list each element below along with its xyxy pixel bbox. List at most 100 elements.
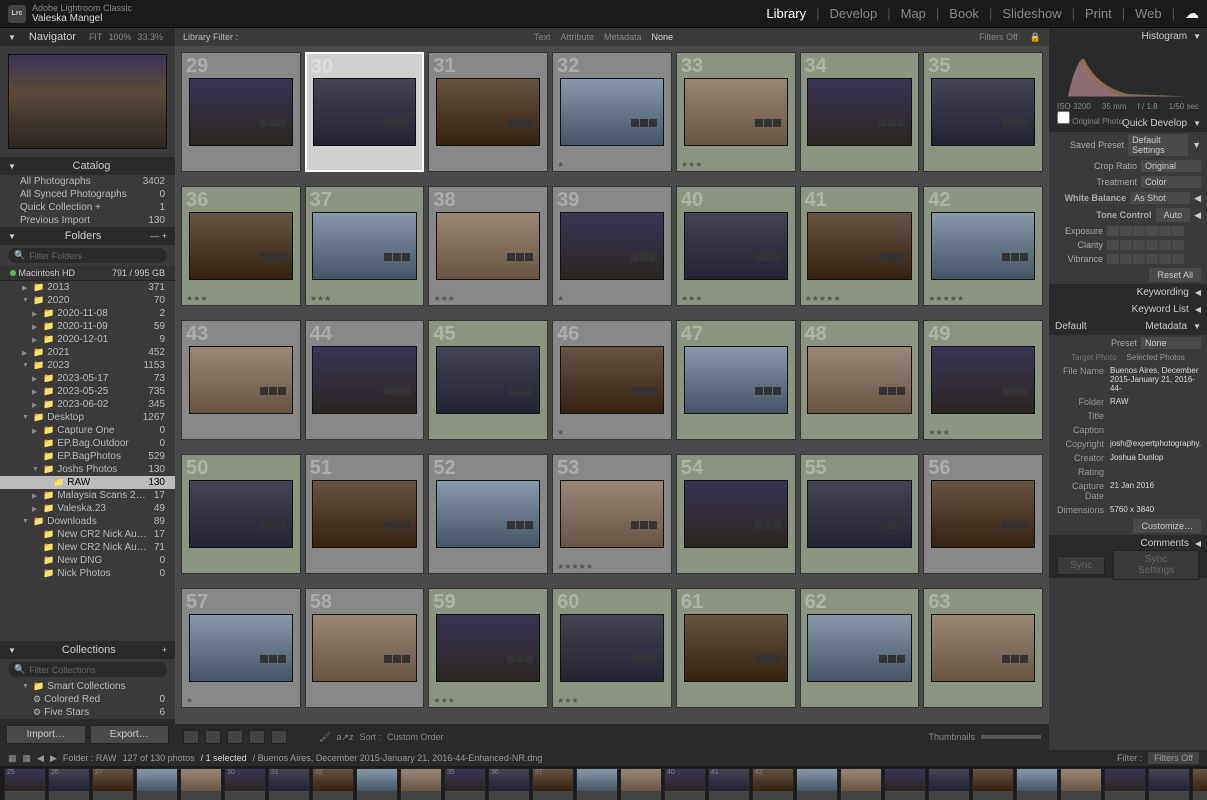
folder-item[interactable]: ▼📁Downloads89	[0, 515, 175, 528]
folder-item[interactable]: ▶📁2020-12-019	[0, 333, 175, 346]
grid-cell[interactable]: 56	[923, 454, 1043, 574]
filmstrip-cell[interactable]: 42	[752, 768, 794, 800]
grid-cell[interactable]: 39★	[552, 186, 672, 306]
back-icon[interactable]: ◀	[37, 753, 44, 764]
histogram-chart[interactable]: ISO 320035 mmf / 1.81/50 sec Original Ph…	[1049, 45, 1207, 115]
folder-item[interactable]: 📁New DNG0	[0, 554, 175, 567]
volume-row[interactable]: Macintosh HD 791 / 995 GB	[0, 266, 175, 281]
module-tab-print[interactable]: Print	[1085, 6, 1112, 21]
module-tab-develop[interactable]: Develop	[830, 6, 878, 21]
grid-cell[interactable]: 47	[676, 320, 796, 440]
grid-cell[interactable]: 33★★★	[676, 52, 796, 172]
folder-item[interactable]: ▶📁2023-05-1773	[0, 372, 175, 385]
filter-attribute[interactable]: Attribute	[560, 32, 594, 42]
filmstrip-cell[interactable]: 25	[4, 768, 46, 800]
panel-header-keywording[interactable]: Keywording◀	[1049, 284, 1207, 301]
collection-item[interactable]: ▼📁Smart Collections	[0, 680, 175, 693]
filmstrip-cell[interactable]: 36	[488, 768, 530, 800]
filmstrip-cell[interactable]	[1060, 768, 1102, 800]
folder-item[interactable]: ▶📁2020-11-0959	[0, 320, 175, 333]
folder-item[interactable]: 📁EP.BagPhotos529	[0, 450, 175, 463]
survey-view-button[interactable]	[249, 730, 265, 744]
crop-ratio-select[interactable]: Original	[1141, 160, 1201, 172]
collection-item[interactable]: ⚙Colored Red0	[0, 693, 175, 706]
filmstrip-cell[interactable]: 29	[180, 768, 222, 800]
collection-item[interactable]: ⚙Five Stars6	[0, 706, 175, 719]
filmstrip-cell[interactable]: 40	[664, 768, 706, 800]
secondary-display-icon[interactable]: ▦	[23, 753, 32, 764]
grid-cell[interactable]: 40★★★	[676, 186, 796, 306]
metadata-header[interactable]: Default Metadata▼	[1049, 318, 1207, 335]
grid-cell[interactable]: 32★	[552, 52, 672, 172]
cloud-sync-icon[interactable]: ☁	[1185, 5, 1199, 22]
folder-item[interactable]: ▶📁2023-05-25735	[0, 385, 175, 398]
qd-slider-clarity[interactable]: Clarity	[1049, 238, 1207, 252]
folder-item[interactable]: ▶📁2020-11-082	[0, 307, 175, 320]
qd-slider-exposure[interactable]: Exposure	[1049, 224, 1207, 238]
grid-cell[interactable]: 58	[305, 588, 425, 708]
zoom-100%[interactable]: 100%	[108, 32, 131, 42]
wb-select[interactable]: As Shot	[1130, 192, 1190, 204]
sort-value[interactable]: Custom Order	[387, 732, 444, 742]
filmstrip-cell[interactable]: 37	[532, 768, 574, 800]
filmstrip-cell[interactable]: 34	[400, 768, 442, 800]
folder-item[interactable]: ▶📁2013371	[0, 281, 175, 294]
folder-item[interactable]: ▶📁Valeska.2349	[0, 502, 175, 515]
folder-item[interactable]: ▶📁Capture One0	[0, 424, 175, 437]
module-tab-book[interactable]: Book	[949, 6, 979, 21]
filmstrip-cell[interactable]: 38	[576, 768, 618, 800]
folder-item[interactable]: 📁Nick Photos0	[0, 567, 175, 580]
filmstrip-cell[interactable]: 32	[312, 768, 354, 800]
module-tab-web[interactable]: Web	[1135, 6, 1162, 21]
filmstrip-cell[interactable]: 27	[92, 768, 134, 800]
people-view-button[interactable]	[271, 730, 287, 744]
thumbnail-slider[interactable]	[981, 735, 1041, 739]
folder-item[interactable]: ▼📁202070	[0, 294, 175, 307]
auto-tone-button[interactable]: Auto	[1156, 208, 1191, 222]
grid-cell[interactable]: 59★★★	[428, 588, 548, 708]
catalog-item[interactable]: All Synced Photographs0	[0, 188, 175, 201]
grid-cell[interactable]: 46★	[552, 320, 672, 440]
target-photo-toggle[interactable]: Target Photo	[1071, 353, 1116, 362]
grid-cell[interactable]: 53★★★★★	[552, 454, 672, 574]
catalog-item[interactable]: Previous Import130	[0, 214, 175, 227]
folder-item[interactable]: ▼📁Desktop1267	[0, 411, 175, 424]
grid-cell[interactable]: 48	[800, 320, 920, 440]
sort-dir-icon[interactable]: a↗z	[336, 732, 353, 743]
grid-cell[interactable]: 43	[181, 320, 301, 440]
metadata-default-select[interactable]: Default	[1055, 321, 1139, 332]
filmstrip-cell[interactable]: 30	[224, 768, 266, 800]
folder-item[interactable]: ▶📁2023-06-02345	[0, 398, 175, 411]
view-mode-icon[interactable]: ▦	[8, 753, 17, 764]
folder-item[interactable]: ▼📁20231153	[0, 359, 175, 372]
folder-item[interactable]: 📁New CR2 Nick August Extra71	[0, 541, 175, 554]
lock-icon[interactable]: 🔒	[1030, 32, 1041, 43]
filter-metadata[interactable]: Metadata	[604, 32, 642, 42]
grid-cell[interactable]: 41★★★★★	[800, 186, 920, 306]
grid-cell[interactable]: 37★★★	[305, 186, 425, 306]
grid-cell[interactable]: 52	[428, 454, 548, 574]
sync-settings-button[interactable]: Sync Settings	[1113, 550, 1199, 580]
filmstrip-cell[interactable]: 26	[48, 768, 90, 800]
filmstrip-cell[interactable]: 33	[356, 768, 398, 800]
grid-cell[interactable]: 50	[181, 454, 301, 574]
import-button[interactable]: Import…	[6, 725, 86, 744]
original-photo-checkbox[interactable]	[1057, 111, 1070, 124]
grid-cell[interactable]: 31	[428, 52, 548, 172]
loupe-view-button[interactable]	[205, 730, 221, 744]
grid-cell[interactable]: 30	[305, 52, 425, 172]
grid-cell[interactable]: 62	[800, 588, 920, 708]
grid-cell[interactable]: 54	[676, 454, 796, 574]
metadata-row[interactable]: CreatorJoshua Dunlop	[1049, 451, 1207, 465]
customize-button[interactable]: Customize…	[1133, 519, 1201, 533]
saved-preset-select[interactable]: Default Settings	[1128, 134, 1188, 156]
grid-view-button[interactable]	[183, 730, 199, 744]
filmstrip-cell[interactable]: 43	[796, 768, 838, 800]
module-tab-library[interactable]: Library	[766, 6, 806, 21]
collection-search[interactable]: 🔍 Filter Collections	[8, 662, 167, 677]
filmstrip-cell[interactable]	[1148, 768, 1190, 800]
metadata-row[interactable]: Capture Date21 Jan 2016	[1049, 479, 1207, 503]
folder-search[interactable]: 🔍 Filter Folders	[8, 248, 167, 263]
filmstrip-cell[interactable]	[1104, 768, 1146, 800]
painter-icon[interactable]: 🖌	[319, 732, 330, 743]
